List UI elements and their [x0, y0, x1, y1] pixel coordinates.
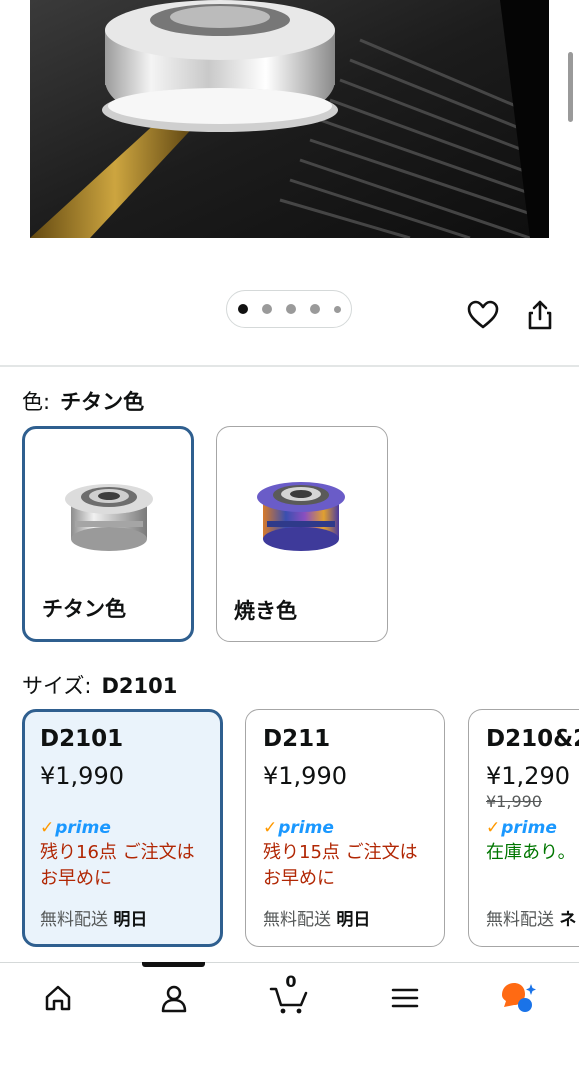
color-label: 色:: [22, 390, 51, 414]
size-option-old-price: ¥1,990: [486, 792, 542, 811]
product-image[interactable]: [30, 0, 549, 238]
size-label-row: サイズ: D2101: [22, 670, 177, 700]
rufus-ai-icon[interactable]: [498, 978, 538, 1018]
burnt-bearing-image: [257, 482, 345, 551]
color-label-row: 色: チタン色: [22, 386, 144, 416]
pager-dot[interactable]: [333, 305, 341, 313]
size-option-d2101[interactable]: D2101 ¥1,990 ✓ prime 残り16点 ご注文はお早めに 無料配送 …: [22, 709, 223, 947]
selected-size-value: D2101: [101, 674, 178, 698]
size-option-old-price: [40, 792, 220, 812]
pager-dot[interactable]: [309, 304, 320, 314]
prime-badge: ✓ prime: [486, 818, 557, 838]
selected-color-value: チタン色: [60, 390, 145, 414]
home-icon[interactable]: [38, 978, 78, 1018]
color-option-titanium[interactable]: チタン色: [22, 426, 194, 642]
stock-status: 残り16点 ご注文はお早めに: [40, 842, 195, 889]
size-option-d210[interactable]: D210&2 ¥1,290 ¥1,990 ✓ prime 在庫あり。 無料配送 ネ: [468, 709, 579, 947]
size-option-name: D210&2: [486, 726, 579, 752]
color-option-name: 焼き色: [234, 599, 297, 623]
cart-icon[interactable]: 0: [269, 972, 309, 1018]
size-label: サイズ:: [22, 674, 92, 698]
menu-icon[interactable]: [385, 978, 425, 1018]
prime-badge: ✓ prime: [263, 818, 334, 838]
page-scrollbar[interactable]: [568, 52, 573, 122]
size-option-price: ¥1,990: [263, 762, 347, 790]
size-option-name: D2101: [40, 726, 124, 752]
prime-check-icon: ✓: [263, 818, 278, 838]
active-tab-indicator: [142, 962, 205, 967]
color-option-burnt[interactable]: 焼き色: [216, 426, 388, 642]
prime-badge: ✓ prime: [40, 818, 111, 838]
cart-count-badge: 0: [285, 972, 297, 991]
product-photo: [30, 0, 549, 238]
delivery-info: 無料配送 ネ: [486, 910, 577, 930]
wishlist-heart-icon[interactable]: [466, 298, 500, 332]
stock-status: 在庫あり。: [486, 842, 576, 863]
titanium-bearing-image: [65, 484, 153, 551]
section-divider: [0, 365, 579, 367]
size-option-price: ¥1,290: [486, 762, 570, 790]
share-icon[interactable]: [524, 298, 556, 332]
account-icon[interactable]: [154, 978, 194, 1018]
size-option-old-price: [263, 792, 444, 812]
delivery-info: 無料配送 明日: [40, 910, 148, 930]
color-option-name: チタン色: [42, 597, 126, 621]
size-option-d211[interactable]: D211 ¥1,990 ✓ prime 残り15点 ご注文はお早めに 無料配送 明…: [245, 709, 445, 947]
prime-check-icon: ✓: [40, 818, 55, 838]
pager-dot[interactable]: [285, 304, 296, 314]
pager-dot[interactable]: [261, 304, 272, 314]
pager-dot[interactable]: [237, 304, 248, 314]
image-pager-dots[interactable]: [226, 290, 352, 328]
delivery-info: 無料配送 明日: [263, 910, 371, 930]
product-image-gallery[interactable]: [0, 0, 579, 262]
size-option-price: ¥1,990: [40, 762, 124, 790]
prime-check-icon: ✓: [486, 818, 501, 838]
stock-status: 残り15点 ご注文はお早めに: [263, 842, 418, 889]
size-option-name: D211: [263, 726, 331, 752]
